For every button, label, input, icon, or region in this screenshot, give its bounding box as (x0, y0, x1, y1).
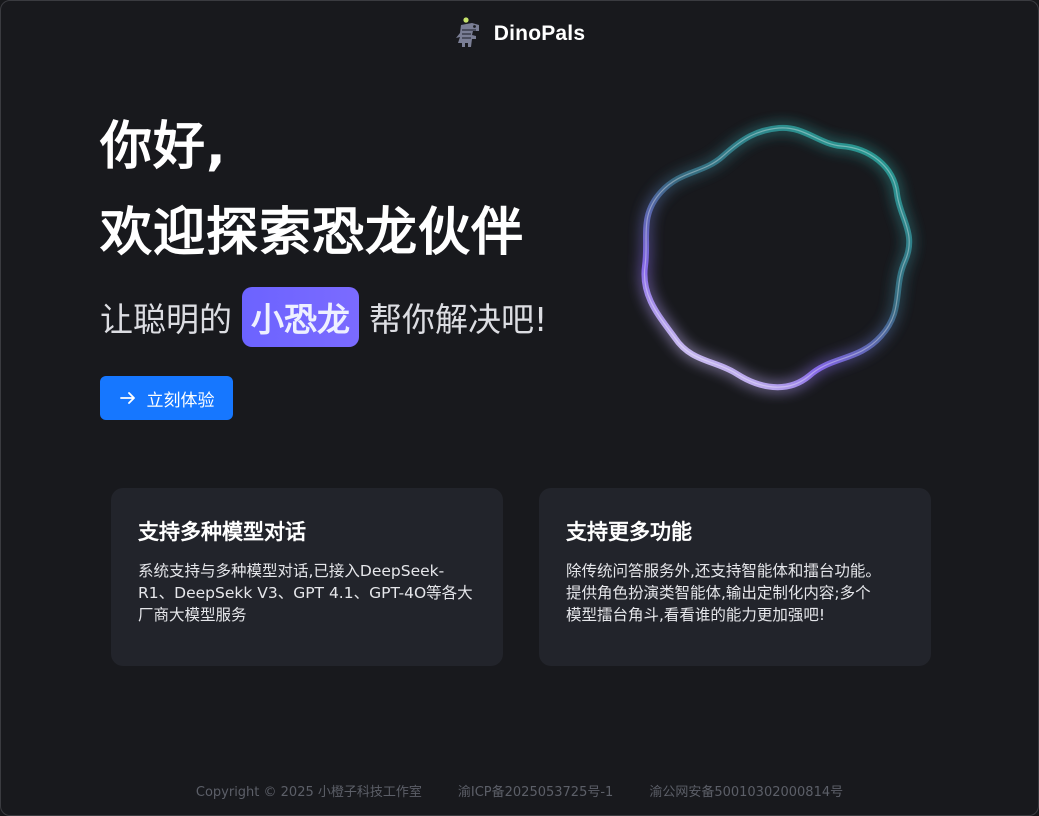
description-line: 除传统问答服务外,还支持智能体和擂台功能。 (566, 562, 881, 580)
subtitle-after: 帮你解决吧! (369, 300, 548, 339)
feature-card-features: 支持更多功能 除传统问答服务外,还支持智能体和擂台功能。 提供角色扮演类智能体,… (539, 488, 931, 666)
feature-card-description: 除传统问答服务外,还支持智能体和擂台功能。 提供角色扮演类智能体,输出定制化内容… (566, 560, 905, 626)
feature-card-title: 支持多种模型对话 (138, 520, 306, 544)
icp-link[interactable]: 渝ICP备2025053725号-1 (458, 781, 613, 800)
try-now-label: 立刻体验 (146, 390, 215, 411)
arrow-right-icon (119, 392, 135, 404)
description-line: 模型擂台角斗,看看谁的能力更加强吧! (566, 606, 826, 624)
brand-name: DinoPals (493, 22, 586, 45)
hero-section: 你好, 欢迎探索恐龙伙伴 让聪明的 小恐龙 帮你解决吧! 立刻体验 (100, 111, 547, 420)
subtitle-highlight: 小恐龙 (242, 287, 359, 347)
glowing-blob-graphic (641, 124, 913, 391)
hero-subtitle: 让聪明的 小恐龙 帮你解决吧! (100, 287, 547, 347)
feature-card-description: 系统支持与多种模型对话,已接入DeepSeek- R1、DeepSekk V3、… (138, 560, 477, 626)
site-footer: Copyright © 2025 小橙子科技工作室 渝ICP备202505372… (1, 781, 1038, 800)
feature-card-title: 支持更多功能 (566, 520, 692, 544)
subtitle-before: 让聪明的 (100, 300, 232, 339)
feature-cards: 支持多种模型对话 系统支持与多种模型对话,已接入DeepSeek- R1、Dee… (111, 488, 931, 666)
try-now-button[interactable]: 立刻体验 (100, 376, 233, 420)
description-line: R1、DeepSekk V3、GPT 4.1、GPT-4O等各大 (138, 584, 473, 602)
description-line: 系统支持与多种模型对话,已接入DeepSeek- (138, 562, 445, 580)
hero-greeting: 你好, (100, 117, 227, 177)
description-line: 提供角色扮演类智能体,输出定制化内容;多个 (566, 584, 871, 602)
description-line: 厂商大模型服务 (138, 606, 247, 624)
site-header: DinoPals (1, 17, 1038, 51)
hero-title: 欢迎探索恐龙伙伴 (100, 203, 525, 263)
copyright-text: Copyright © 2025 小橙子科技工作室 (195, 785, 422, 800)
police-record-link[interactable]: 渝公网安备50010302000814号 (649, 781, 843, 800)
feature-card-models: 支持多种模型对话 系统支持与多种模型对话,已接入DeepSeek- R1、Dee… (111, 488, 503, 666)
app-window: DinoPals 你好, 欢迎探索恐龙伙伴 让聪明的 小恐龙 帮你解决吧! 立刻… (0, 0, 1039, 816)
dinosaur-logo-icon (455, 17, 479, 47)
